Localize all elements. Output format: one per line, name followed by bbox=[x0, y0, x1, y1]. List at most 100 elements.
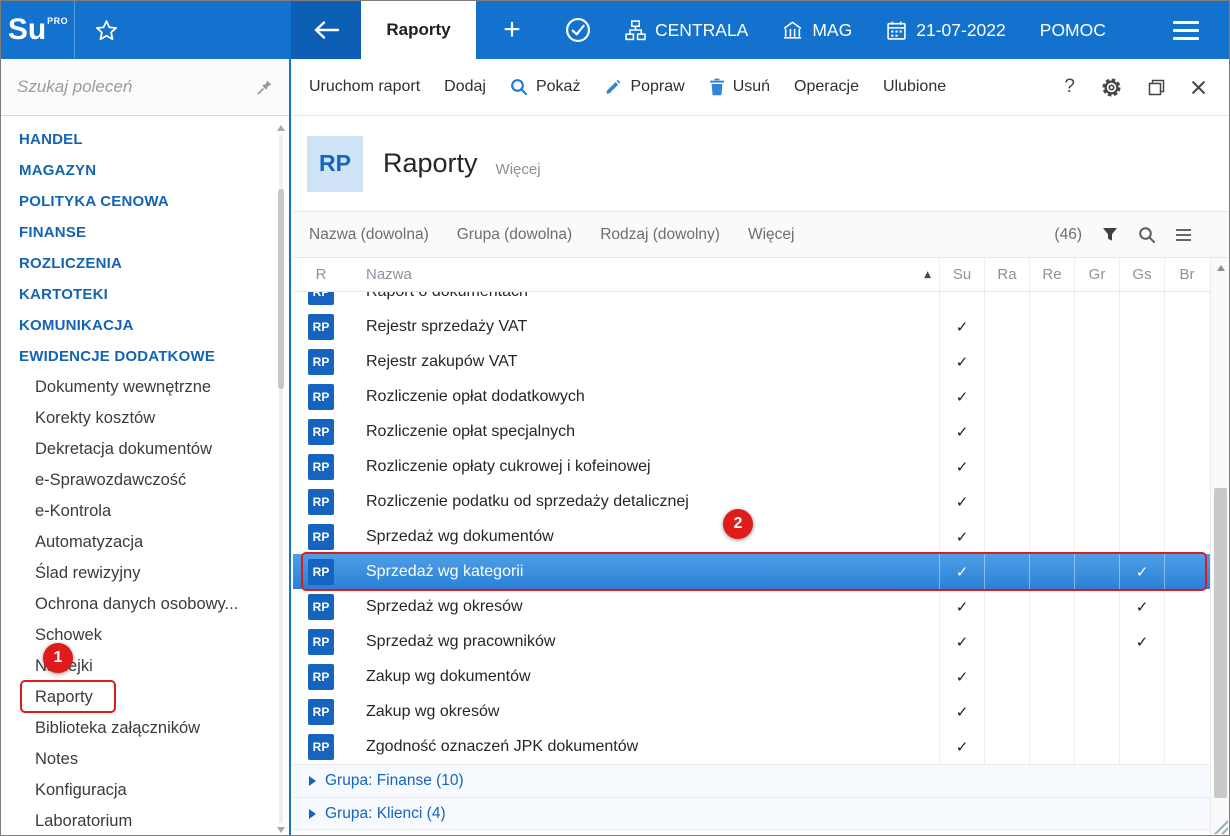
close-icon bbox=[1191, 80, 1206, 95]
sidebar-item-automatyzacja[interactable]: Automatyzacja bbox=[1, 527, 289, 558]
date-selector[interactable]: 21-07-2022 bbox=[869, 20, 1023, 41]
sidebar-item-polityka-cenowa[interactable]: POLITYKA CENOWA bbox=[1, 186, 289, 217]
search-filter-icon[interactable] bbox=[1138, 226, 1156, 244]
add-label: Dodaj bbox=[444, 78, 486, 96]
command-search-row bbox=[1, 59, 289, 116]
sidebar-item-komunikacja[interactable]: KOMUNIKACJA bbox=[1, 310, 289, 341]
branch-selector[interactable]: MAG bbox=[765, 20, 869, 41]
sort-asc-icon[interactable]: ▲ bbox=[924, 270, 939, 280]
table-row[interactable]: RP Rozliczenie opłaty cukrowej i kofeino… bbox=[293, 449, 1230, 484]
edit-button[interactable]: Popraw bbox=[592, 59, 696, 115]
table-row[interactable]: RP Rozliczenie podatku od sprzedaży deta… bbox=[293, 484, 1230, 519]
table-row[interactable]: RP Sprzedaż wg okresów ✓ ✓ bbox=[293, 589, 1230, 624]
show-button[interactable]: Pokaż bbox=[498, 59, 592, 115]
rp-tile-icon: RP bbox=[308, 489, 334, 515]
sidebar-item-e-kontrola[interactable]: e-Kontrola bbox=[1, 496, 289, 527]
view-options-icon[interactable] bbox=[1176, 229, 1191, 241]
back-button[interactable] bbox=[291, 1, 361, 59]
sidebar-item-slad-rewizyjny[interactable]: Ślad rewizyjny bbox=[1, 558, 289, 589]
header-col-re[interactable]: Re bbox=[1029, 258, 1074, 291]
help-button[interactable]: ? bbox=[1051, 76, 1088, 98]
header-col-ra[interactable]: Ra bbox=[984, 258, 1029, 291]
restore-window-button[interactable] bbox=[1135, 79, 1178, 96]
sidebar-item-kartoteki[interactable]: KARTOTEKI bbox=[1, 279, 289, 310]
header-col-name[interactable]: Nazwa ▲ bbox=[349, 258, 939, 291]
sidebar-item-dokumenty-wewnetrzne[interactable]: Dokumenty wewnętrzne bbox=[1, 372, 289, 403]
sidebar-item-handel[interactable]: HANDEL bbox=[1, 124, 289, 155]
sidebar-scrollbar[interactable] bbox=[277, 125, 285, 833]
list-line bbox=[1176, 229, 1191, 231]
table-row[interactable]: RP Rejestr sprzedaży VAT ✓ bbox=[293, 309, 1230, 344]
table-row[interactable]: RP Rejestr zakupów VAT ✓ bbox=[293, 344, 1230, 379]
table-row[interactable]: RP Rozliczenie opłat specjalnych ✓ bbox=[293, 414, 1230, 449]
app-logo[interactable]: SuPRO bbox=[1, 1, 75, 59]
sidebar-item-rozliczenia[interactable]: ROZLICZENIA bbox=[1, 248, 289, 279]
sidebar-item-dekretacja-dokumentow[interactable]: Dekretacja dokumentów bbox=[1, 434, 289, 465]
tab-raporty[interactable]: Raporty bbox=[361, 1, 476, 59]
cell-ra bbox=[984, 624, 1029, 659]
group-row-klienci[interactable]: Grupa: Klienci (4) bbox=[293, 797, 1230, 830]
delete-button[interactable]: Usuń bbox=[697, 59, 782, 115]
favorites-menu[interactable]: Ulubione bbox=[871, 59, 958, 115]
sidebar-item-schowek[interactable]: Schowek bbox=[1, 620, 289, 651]
table-row[interactable]: RP Zgodność oznaczeń JPK dokumentów ✓ bbox=[293, 729, 1230, 764]
funnel-icon[interactable] bbox=[1102, 227, 1118, 242]
settings-button[interactable] bbox=[1088, 77, 1135, 98]
topbar-right: CENTRALA MAG 21-0 bbox=[548, 1, 1229, 59]
table-row[interactable]: RP Sprzedaż wg pracowników ✓ ✓ bbox=[293, 624, 1230, 659]
group-row-finanse[interactable]: Grupa: Finanse (10) bbox=[293, 764, 1230, 797]
help-menu[interactable]: POMOC bbox=[1023, 20, 1123, 41]
close-button[interactable] bbox=[1178, 80, 1219, 95]
sidebar-item-e-sprawozdawczosc[interactable]: e-Sprawozdawczość bbox=[1, 465, 289, 496]
status-check-button[interactable] bbox=[548, 17, 608, 43]
table-row[interactable]: RP Sprzedaż wg dokumentów ✓ bbox=[293, 519, 1230, 554]
table-row[interactable]: RP Raport o dokumentach bbox=[293, 292, 1230, 309]
table-scrollbar[interactable] bbox=[1210, 258, 1230, 836]
scroll-up-arrow-icon[interactable] bbox=[1217, 265, 1225, 271]
sidebar-item-biblioteka-zalacznikow[interactable]: Biblioteka załączników bbox=[1, 713, 289, 744]
main-menu-button[interactable] bbox=[1159, 21, 1213, 40]
sidebar-item-notes[interactable]: Notes bbox=[1, 744, 289, 775]
sidebar-item-ewidencje-dodatkowe[interactable]: EWIDENCJE DODATKOWE bbox=[1, 341, 289, 372]
table-row[interactable]: RP Rozliczenie opłat dodatkowych ✓ bbox=[293, 379, 1230, 414]
sidebar-item-raporty[interactable]: Raporty bbox=[1, 682, 289, 713]
header-col-gr[interactable]: Gr bbox=[1074, 258, 1119, 291]
scroll-down-arrow-icon[interactable] bbox=[277, 827, 285, 833]
table-row[interactable]: RP Zakup wg dokumentów ✓ bbox=[293, 659, 1230, 694]
run-report-button[interactable]: Uruchom raport bbox=[297, 59, 432, 115]
filter-more[interactable]: Więcej bbox=[748, 226, 795, 244]
header-col-br[interactable]: Br bbox=[1164, 258, 1209, 291]
cell-gs: ✓ bbox=[1119, 624, 1164, 659]
scrollbar-thumb[interactable] bbox=[278, 189, 284, 389]
header-col-su[interactable]: Su bbox=[939, 258, 984, 291]
sidebar-item-finanse[interactable]: FINANSE bbox=[1, 217, 289, 248]
sidebar-item-ochrona-danych[interactable]: Ochrona danych osobowy... bbox=[1, 589, 289, 620]
cell-br bbox=[1164, 624, 1209, 659]
back-arrow-icon bbox=[311, 19, 341, 41]
search-input[interactable] bbox=[17, 77, 256, 97]
sidebar-item-konfiguracja[interactable]: Konfiguracja bbox=[1, 775, 289, 806]
scrollbar-thumb[interactable] bbox=[1214, 488, 1227, 798]
filter-kind[interactable]: Rodzaj (dowolny) bbox=[600, 226, 720, 244]
favorites-star-button[interactable] bbox=[75, 1, 137, 59]
cell-gr bbox=[1074, 659, 1119, 694]
gear-icon bbox=[1101, 77, 1122, 98]
table-row-selected[interactable]: RP Sprzedaż wg kategorii ✓ ✓ bbox=[293, 554, 1230, 589]
new-tab-button[interactable]: + bbox=[476, 1, 548, 59]
sidebar-item-laboratorium[interactable]: Laboratorium bbox=[1, 806, 289, 836]
filter-group[interactable]: Grupa (dowolna) bbox=[457, 226, 572, 244]
sidebar-item-korekty-kosztow[interactable]: Korekty kosztów bbox=[1, 403, 289, 434]
pin-icon[interactable] bbox=[256, 79, 273, 96]
sidebar-item-magazyn[interactable]: MAGAZYN bbox=[1, 155, 289, 186]
header-col-gs[interactable]: Gs bbox=[1119, 258, 1164, 291]
scroll-up-arrow-icon[interactable] bbox=[277, 125, 285, 131]
header-col-r[interactable]: R bbox=[293, 258, 349, 291]
filter-name[interactable]: Nazwa (dowolna) bbox=[309, 226, 429, 244]
add-button[interactable]: Dodaj bbox=[432, 59, 498, 115]
title-more-link[interactable]: Więcej bbox=[496, 161, 541, 178]
report-name: Sprzedaż wg okresów bbox=[349, 589, 939, 624]
rp-tile-icon: RP bbox=[308, 349, 334, 375]
operations-menu[interactable]: Operacje bbox=[782, 59, 871, 115]
table-row[interactable]: RP Zakup wg okresów ✓ bbox=[293, 694, 1230, 729]
company-selector[interactable]: CENTRALA bbox=[608, 20, 765, 41]
